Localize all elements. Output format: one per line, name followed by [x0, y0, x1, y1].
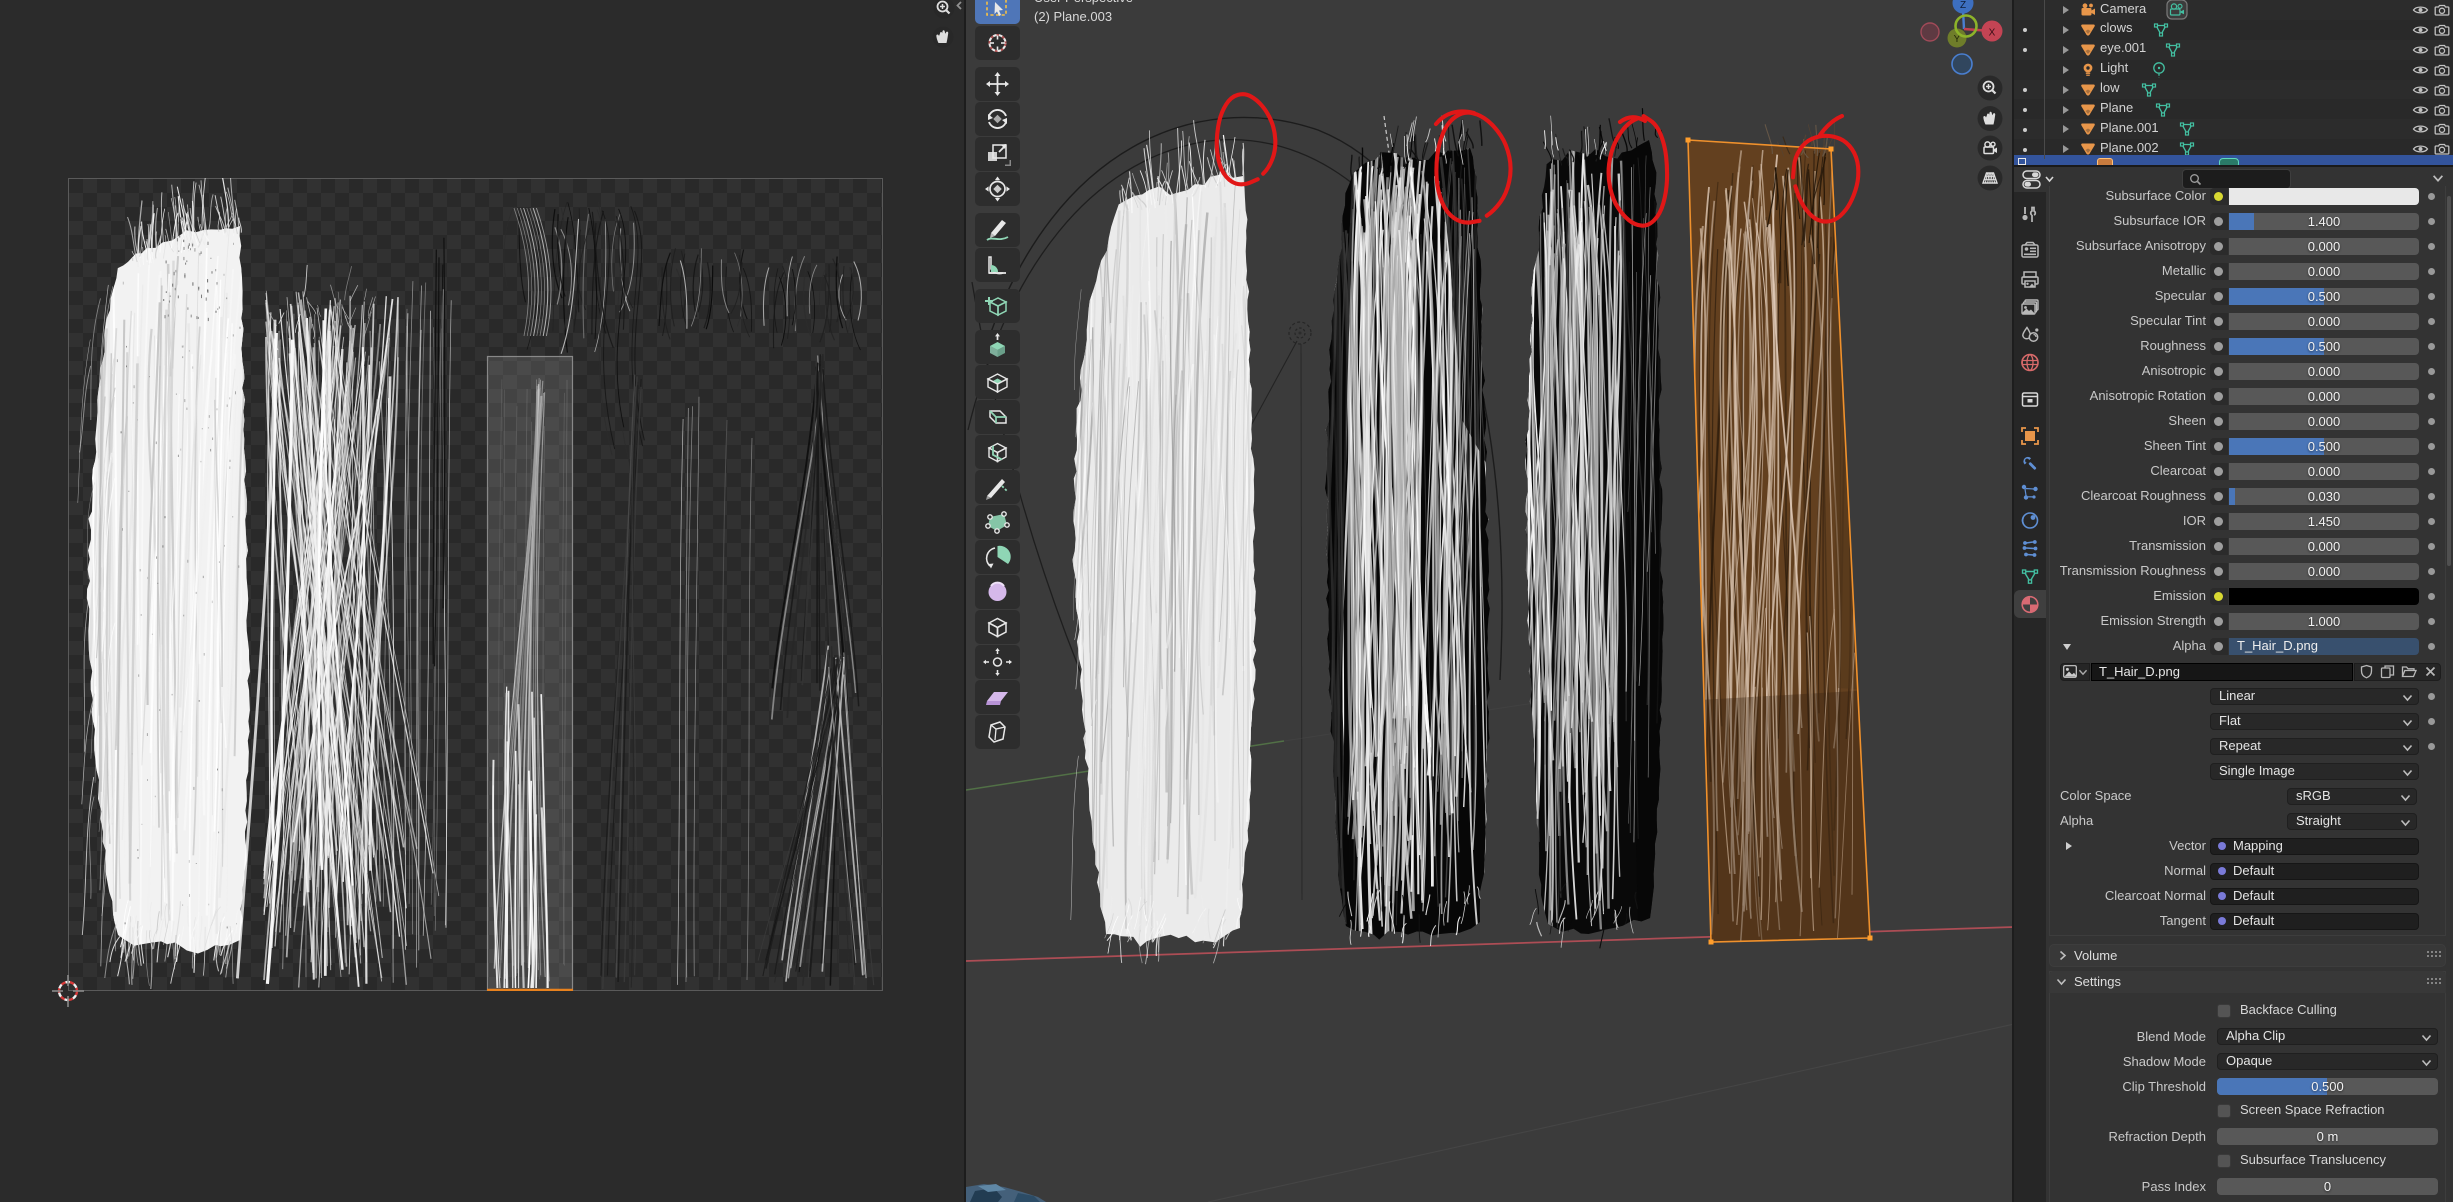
- svg-text:X: X: [1989, 28, 1996, 39]
- svg-text:Z: Z: [1960, 0, 1966, 11]
